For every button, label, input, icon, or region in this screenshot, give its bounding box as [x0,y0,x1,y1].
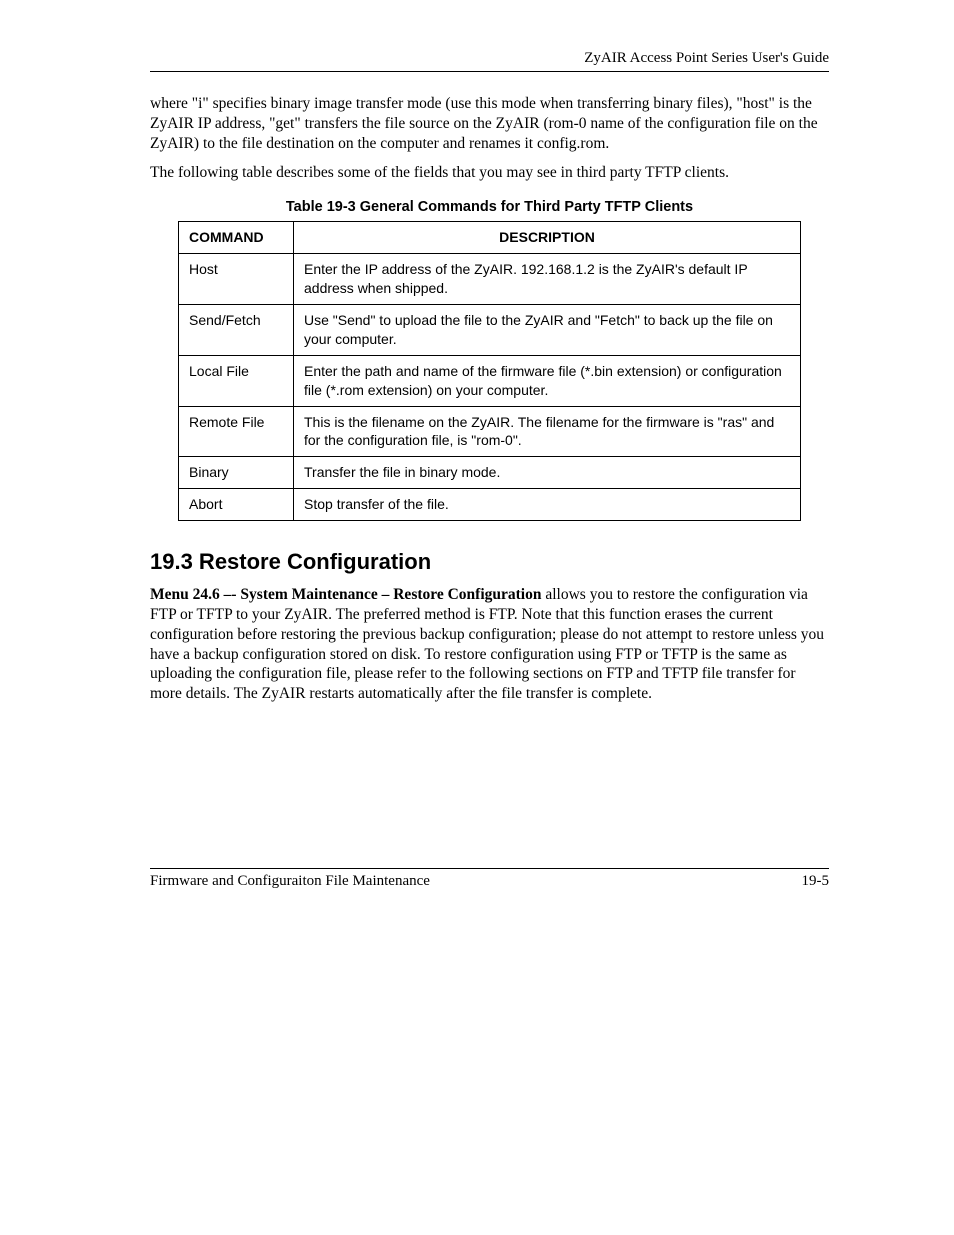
table-row: Remote File This is the filename on the … [179,406,801,457]
cell-command: Send/Fetch [179,304,294,355]
cell-command: Binary [179,457,294,489]
cell-command: Remote File [179,406,294,457]
footer-rule [150,868,829,869]
cell-description: This is the filename on the ZyAIR. The f… [294,406,801,457]
header-title: ZyAIR Access Point Series User's Guide [584,50,829,66]
column-header-command: COMMAND [179,222,294,254]
column-header-description: DESCRIPTION [294,222,801,254]
footer-page-number: 19-5 [802,873,830,890]
footer-left: Firmware and Configuraiton File Maintena… [150,873,430,890]
cell-command: Host [179,254,294,305]
cell-description: Enter the path and name of the firmware … [294,355,801,406]
page: ZyAIR Access Point Series User's Guide w… [0,0,954,1235]
section-paragraph: Menu 24.6 –- System Maintenance – Restor… [150,585,829,704]
table-row: Host Enter the IP address of the ZyAIR. … [179,254,801,305]
footer-row: Firmware and Configuraiton File Maintena… [150,873,829,890]
intro-paragraph-1: where "i" specifies binary image transfe… [150,94,829,153]
cell-command: Local File [179,355,294,406]
table-row: Local File Enter the path and name of th… [179,355,801,406]
table-row: Send/Fetch Use "Send" to upload the file… [179,304,801,355]
table-row: Binary Transfer the file in binary mode. [179,457,801,489]
table-header-row: COMMAND DESCRIPTION [179,222,801,254]
cell-description: Enter the IP address of the ZyAIR. 192.1… [294,254,801,305]
page-footer: Firmware and Configuraiton File Maintena… [150,868,829,890]
section-heading: 19.3 Restore Configuration [150,549,829,575]
cell-command: Abort [179,489,294,521]
cell-description: Stop transfer of the file. [294,489,801,521]
intro-paragraph-2: The following table describes some of th… [150,163,829,183]
cell-description: Transfer the file in binary mode. [294,457,801,489]
table-container: COMMAND DESCRIPTION Host Enter the IP ad… [150,221,829,521]
section-body-text: allows you to restore the configuration … [150,586,824,702]
table-caption: Table 19-3 General Commands for Third Pa… [150,199,829,215]
running-header: ZyAIR Access Point Series User's Guide [150,50,829,72]
cell-description: Use "Send" to upload the file to the ZyA… [294,304,801,355]
table-row: Abort Stop transfer of the file. [179,489,801,521]
section-lead-bold: Menu 24.6 –- System Maintenance – Restor… [150,586,541,603]
commands-table: COMMAND DESCRIPTION Host Enter the IP ad… [178,221,801,521]
